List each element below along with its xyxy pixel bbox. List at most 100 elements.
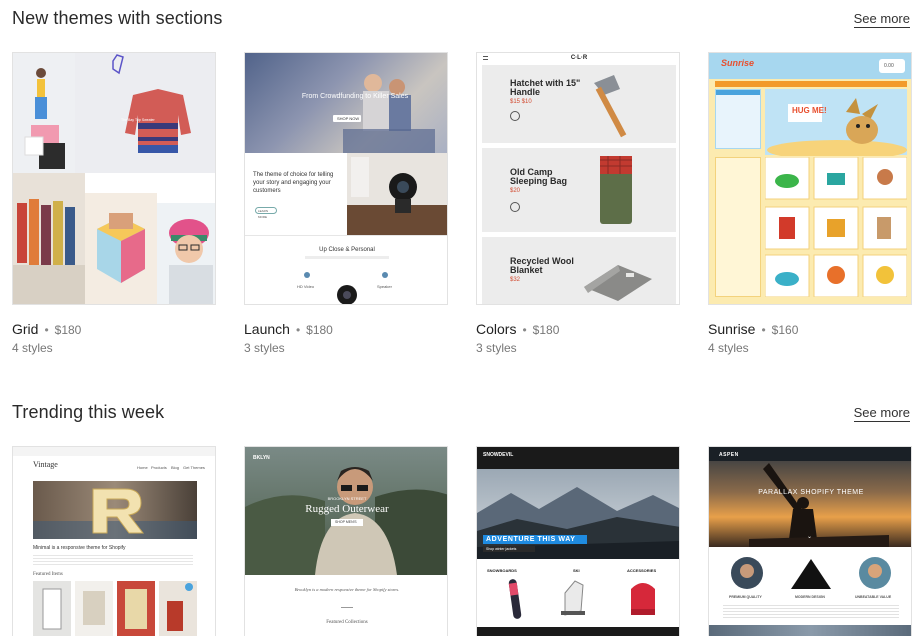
section-header: Trending this week See more: [0, 396, 920, 426]
theme-meta: Sunrise • $160: [708, 321, 912, 337]
sunrise-cart-total: 0.00: [884, 63, 894, 69]
brooklyn-hero-title: Rugged Outerwear: [305, 503, 389, 515]
sunrise-logo: Sunrise: [721, 58, 755, 68]
theme-thumbnail[interactable]: The Bay Trip Sweater: [12, 52, 216, 305]
aspen-hero-title: PARALLAX SHOPIFY THEME: [758, 489, 864, 496]
theme-thumbnail[interactable]: C·L·R Hatchet with 15" Handle $15 $10 Ol…: [476, 52, 680, 305]
section-header: New themes with sections See more: [0, 2, 920, 32]
product-title: Old Camp Sleeping Bag: [510, 167, 568, 186]
theme-thumbnail[interactable]: SNOWDEVIL ADVENTURE THIS WAY Shop winter…: [476, 446, 680, 636]
separator-dot: •: [295, 323, 301, 337]
theme-price: $180: [532, 323, 560, 337]
colors-product-3: Recycled Wool Blanket $32: [482, 237, 676, 304]
colors-menu-icon: [483, 56, 488, 60]
separator-dot: •: [761, 323, 766, 337]
launch-hero-title: From Crowdfunding to Killer Sales: [301, 93, 409, 100]
vintage-hero-image: [33, 481, 197, 539]
aspen-logo: ASPEN: [719, 452, 739, 458]
theme-styles-count: 3 styles: [244, 341, 285, 355]
theme-card-grid[interactable]: The Bay Trip Sweater Grid • $180 4 style…: [12, 52, 216, 355]
theme-name[interactable]: Grid: [12, 321, 38, 337]
svg-text:The Bay Trip Sweater: The Bay Trip Sweater: [121, 118, 155, 122]
theme-card-aspen[interactable]: ASPEN PARALLAX SHOPIFY THEME ⌄ PREMIUM Q…: [708, 446, 912, 636]
theme-meta: Launch • $180: [244, 321, 448, 337]
theme-price: $180: [54, 323, 82, 337]
see-more-link[interactable]: See more: [853, 405, 910, 422]
launch-tagline: The theme of choice for telling your sto…: [253, 172, 334, 194]
separator-dot: •: [44, 323, 49, 337]
launch-feature-2: Speaker: [377, 284, 392, 289]
theme-price: $160: [771, 323, 799, 337]
theme-styles-count: 3 styles: [476, 341, 517, 355]
aspen-bottom-image: [709, 625, 911, 636]
hatchet-image: [594, 75, 627, 138]
theme-thumbnail[interactable]: BKLYN BROOKLYN STREET Rugged Outerwear S…: [244, 446, 448, 636]
theme-card-brooklyn[interactable]: BKLYN BROOKLYN STREET Rugged Outerwear S…: [244, 446, 448, 636]
snowdevil-hero-title: ADVENTURE THIS WAY: [486, 536, 576, 543]
aspen-hero-image: [709, 447, 911, 547]
brooklyn-hero-button: SHOP MEN'S: [331, 519, 363, 526]
vintage-tagline: Minimal is a responsive theme for Shopif…: [33, 545, 126, 551]
brooklyn-featured: Featured Collections: [326, 620, 368, 625]
sunrise-cart: 0.00: [879, 59, 905, 73]
grid-preview-image: The Bay Trip Sweater: [13, 53, 215, 304]
theme-card-vintage[interactable]: Vintage Home Products Blog Get Themes Mi…: [12, 446, 216, 636]
vintage-featured-grid: [33, 581, 197, 636]
theme-thumbnail[interactable]: From Crowdfunding to Killer Sales SHOP N…: [244, 52, 448, 305]
divider: [245, 235, 447, 236]
brooklyn-text: Brooklyn is a modern responsive theme fo…: [294, 587, 400, 592]
launch-learn-button: LEARN MORE: [255, 207, 277, 219]
brooklyn-button-label: SHOP MEN'S: [335, 520, 357, 524]
sunrise-product-grid: [765, 157, 907, 297]
snowdevil-cat-2: SKI: [573, 568, 580, 573]
snowdevil-hero-banner: ADVENTURE THIS WAY: [483, 535, 587, 544]
theme-meta: Grid • $180: [12, 321, 216, 337]
vintage-featured: Featured Items: [33, 572, 63, 577]
see-more-link[interactable]: See more: [853, 11, 910, 28]
theme-name[interactable]: Colors: [476, 321, 516, 337]
placeholder-text: [305, 256, 389, 259]
vintage-topbar: [13, 447, 215, 456]
theme-thumbnail[interactable]: ASPEN PARALLAX SHOPIFY THEME ⌄ PREMIUM Q…: [708, 446, 912, 636]
theme-card-launch[interactable]: From Crowdfunding to Killer Sales SHOP N…: [244, 52, 448, 355]
theme-card-snowdevil[interactable]: SNOWDEVIL ADVENTURE THIS WAY Shop winter…: [476, 446, 680, 636]
theme-thumbnail[interactable]: Vintage Home Products Blog Get Themes Mi…: [12, 446, 216, 636]
product-price: $15 $10: [510, 99, 532, 105]
section-trending: Trending this week See more: [0, 396, 920, 426]
separator-dot: •: [522, 323, 527, 337]
section-title: New themes with sections: [12, 8, 223, 28]
aspen-feature-1: PREMIUM QUALITY: [729, 595, 762, 599]
product-title: Hatchet with 15" Handle: [510, 78, 581, 97]
sleeping-bag-image: [600, 156, 632, 224]
theme-name[interactable]: Launch: [244, 321, 290, 337]
launch-feature-1: HD Video: [297, 284, 315, 289]
placeholder-text: [723, 603, 899, 619]
product-arrow-icon: [510, 202, 520, 212]
sunrise-banner-image: [767, 98, 907, 160]
product-price: $20: [510, 188, 521, 194]
launch-hero-figures: [343, 74, 435, 153]
sunrise-banner: HUG ME!: [765, 89, 907, 160]
sunrise-sidebar: [715, 89, 761, 149]
product-price: $32: [510, 277, 521, 283]
snowdevil-hero-button: Shop winter jackets: [483, 546, 535, 552]
colors-product-2: Old Camp Sleeping Bag $20: [482, 148, 676, 232]
theme-name[interactable]: Sunrise: [708, 321, 755, 337]
sunrise-sidebar-2: [715, 157, 761, 297]
section-title: Trending this week: [12, 402, 165, 422]
launch-hero-button: SHOP NOW: [333, 115, 361, 122]
brooklyn-kicker: BROOKLYN STREET: [327, 496, 367, 501]
snowdevil-cat-1: SNOWBOARDS: [487, 568, 517, 573]
snowdevil-products: [477, 579, 679, 636]
theme-meta: Colors • $180: [476, 321, 680, 337]
theme-thumbnail[interactable]: Sunrise 0.00 HUG ME!: [708, 52, 912, 305]
nav-item: Blog: [171, 465, 180, 470]
theme-card-colors[interactable]: C·L·R Hatchet with 15" Handle $15 $10 Ol…: [476, 52, 680, 355]
theme-card-sunrise[interactable]: Sunrise 0.00 HUG ME! Sunrise • $160 4 st…: [708, 52, 912, 355]
brooklyn-logo: BKLYN: [253, 455, 270, 461]
nav-item: Home: [137, 465, 148, 470]
nav-item: Products: [151, 465, 167, 470]
section-new-themes: New themes with sections See more: [0, 2, 920, 32]
theme-price: $180: [306, 323, 333, 337]
snowdevil-cat-3: ACCESSORIES: [627, 568, 657, 573]
